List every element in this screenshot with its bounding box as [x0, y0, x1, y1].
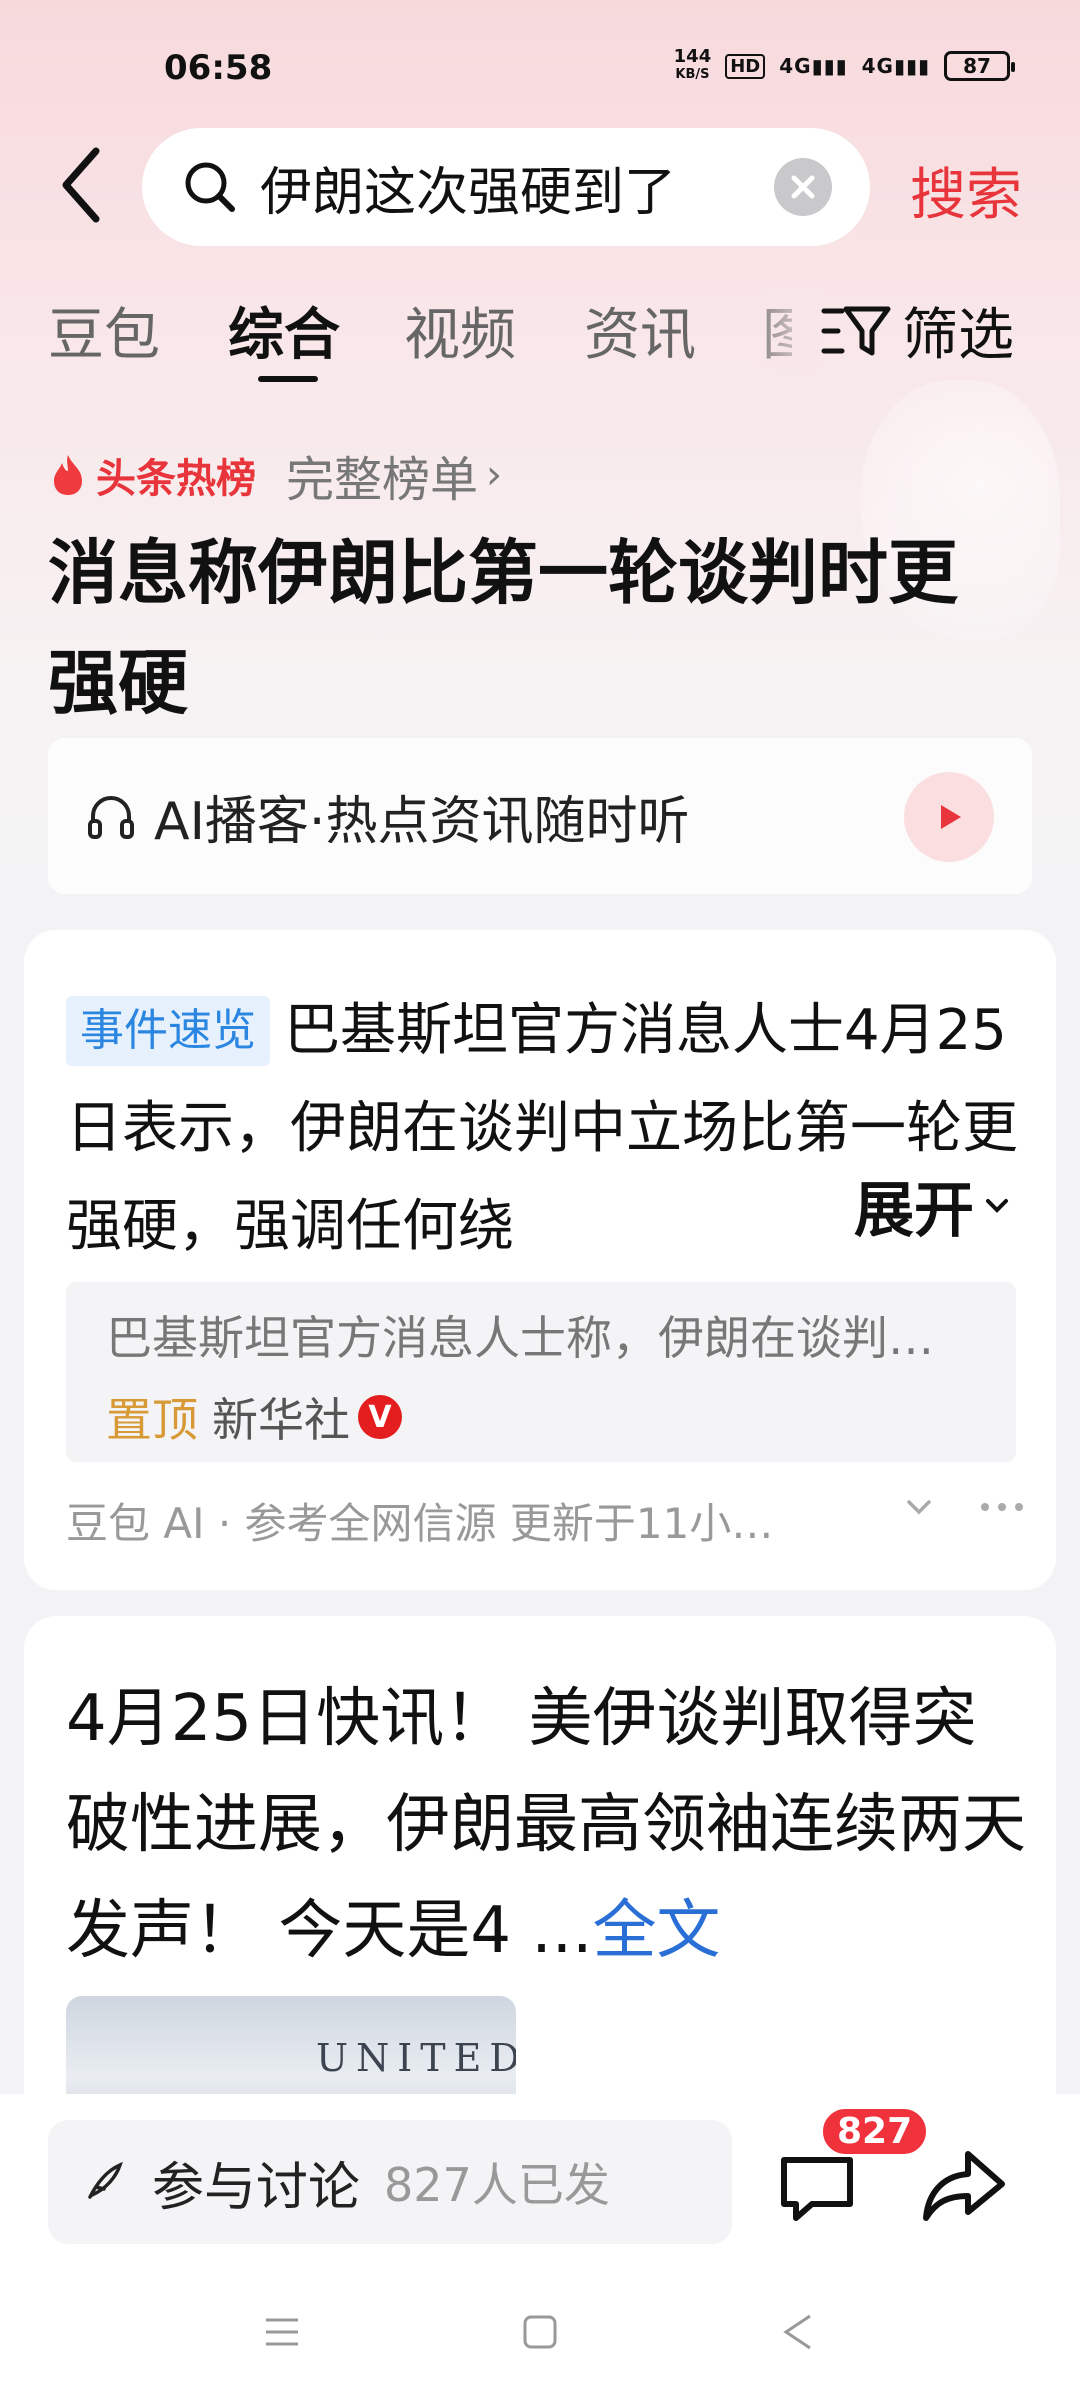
hd-icon: HD — [725, 53, 766, 79]
play-icon — [941, 805, 961, 829]
network-speed-unit: KB/S — [675, 67, 710, 82]
ai-podcast-bar[interactable]: AI播客·热点资讯随时听 — [48, 738, 1032, 894]
full-text-link[interactable]: 全文 — [592, 1894, 720, 1968]
tab-news[interactable]: 资讯 — [584, 290, 696, 371]
comment-button[interactable] — [772, 2144, 862, 2234]
expand-label: 展开 — [854, 1176, 974, 1246]
verified-badge-icon: V — [358, 1395, 402, 1439]
podcast-label: AI播客·热点资讯随时听 — [154, 791, 690, 852]
discuss-count: 827人已发 — [384, 2158, 610, 2212]
search-button[interactable]: 搜索 — [910, 150, 1022, 231]
signal-label: 4G — [779, 54, 812, 78]
source-line: 置顶 新华社 V — [106, 1384, 976, 1450]
discussion-input[interactable]: 参与讨论 827人已发 — [48, 2120, 732, 2244]
search-icon — [182, 159, 238, 215]
card-footer: 豆包 AI · 参考全网信源 更新于11小… — [66, 1490, 1026, 1551]
status-time: 06:58 — [164, 48, 273, 88]
expand-button[interactable]: 展开 — [794, 1162, 1012, 1249]
footer-source-info: 豆包 AI · 参考全网信源 更新于11小… — [66, 1499, 774, 1548]
full-list-link[interactable]: 完整榜单 — [286, 440, 478, 510]
network-speed-value: 144 — [673, 46, 712, 67]
pinned-label: 置顶 — [106, 1393, 198, 1447]
menu-icon[interactable] — [262, 2312, 302, 2356]
filter-label: 筛选 — [902, 303, 1014, 368]
home-icon[interactable] — [520, 2312, 560, 2356]
search-query[interactable]: 伊朗这次强硬到了 — [260, 150, 730, 225]
category-tabs: 豆包 综合 视频 资讯 图 筛选 — [0, 290, 1080, 382]
chevron-down-icon — [986, 1198, 1008, 1213]
hot-headline[interactable]: 消息称伊朗比第一轮谈判时更强硬 — [48, 518, 1008, 738]
more-icon[interactable] — [978, 1500, 1026, 1514]
filter-button[interactable]: 筛选 — [820, 290, 1014, 371]
source-box[interactable]: 巴基斯坦官方消息人士称，伊朗在谈判… 置顶 新华社 V — [66, 1282, 1016, 1462]
share-icon — [923, 2151, 1005, 2221]
comment-count-badge: 827 — [820, 2106, 930, 2157]
hot-rank-label: 头条热榜 — [96, 456, 256, 502]
system-navigation-bar — [0, 2304, 1080, 2400]
signal-icon-2: 4G▮▮▮ — [861, 54, 930, 78]
flame-icon — [54, 455, 82, 495]
network-speed: 144 KB/S — [674, 48, 712, 84]
publisher-name: 新华社 — [212, 1393, 350, 1447]
chevron-down-icon[interactable] — [902, 1490, 936, 1524]
close-icon — [791, 175, 815, 199]
pen-icon — [88, 2161, 123, 2199]
search-input[interactable]: 伊朗这次强硬到了 — [142, 128, 870, 246]
tab-general[interactable]: 综合 — [228, 290, 340, 371]
active-tab-indicator — [258, 376, 318, 382]
source-summary: 巴基斯坦官方消息人士称，伊朗在谈判… — [106, 1311, 934, 1365]
hot-rank-row[interactable]: 头条热榜 完整榜单 › — [48, 440, 502, 510]
thumbnail-caption: UNITED — [316, 2036, 516, 2080]
discuss-label: 参与讨论 — [152, 2157, 361, 2218]
bottom-action-bar: 参与讨论 827人已发 827 — [0, 2094, 1080, 2400]
share-button[interactable] — [918, 2140, 1010, 2232]
chevron-right-icon: › — [486, 452, 503, 498]
back-nav-icon[interactable] — [778, 2312, 818, 2356]
signal-icon: 4G▮▮▮ — [779, 54, 848, 78]
headphones-icon — [88, 796, 134, 839]
event-tag: 事件速览 — [66, 996, 270, 1066]
tab-video[interactable]: 视频 — [404, 290, 516, 371]
tab-doubao[interactable]: 豆包 — [48, 290, 160, 371]
status-bar: 06:58 144 KB/S HD 4G▮▮▮ 4G▮▮▮ 87 — [0, 0, 1080, 120]
event-summary-card[interactable]: 事件速览 巴基斯坦官方消息人士4月25日表示，伊朗在谈判中立场比第一轮更强硬，强调… — [24, 930, 1056, 1590]
back-button[interactable] — [50, 140, 110, 230]
status-icons: 144 KB/S HD 4G▮▮▮ 4G▮▮▮ 87 — [674, 48, 1015, 84]
comment-icon — [781, 2157, 853, 2221]
back-arrow-icon — [62, 147, 100, 223]
tab-fade — [740, 290, 820, 370]
filter-icon — [821, 306, 891, 355]
footer-actions — [902, 1490, 1026, 1524]
battery-icon: 87 — [944, 51, 1015, 81]
signal-label-2: 4G — [861, 54, 894, 78]
play-button[interactable] — [904, 772, 994, 862]
news-snippet: 4月25日快讯！ 美伊谈判取得突破性进展，伊朗最高领袖连续两天发声！ 今天是4 … — [66, 1666, 1036, 1984]
news-body: 4月25日快讯！ 美伊谈判取得突破性进展，伊朗最高领袖连续两天发声！ 今天是4 … — [66, 1682, 1026, 1968]
clear-search-button[interactable] — [774, 158, 832, 216]
battery-level: 87 — [963, 54, 991, 78]
